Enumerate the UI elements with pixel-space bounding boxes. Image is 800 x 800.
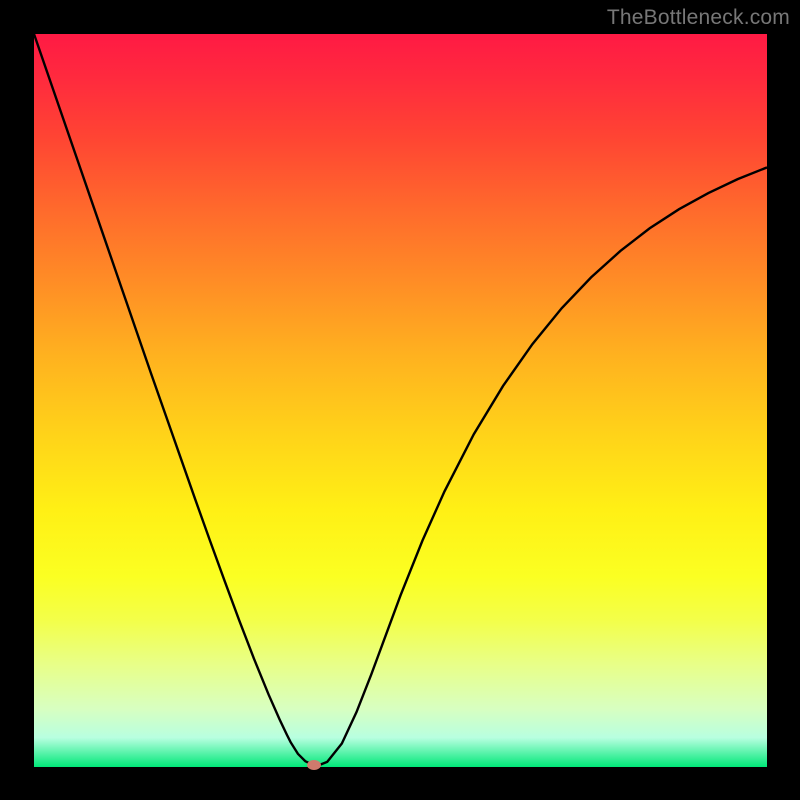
optimum-marker <box>307 760 321 770</box>
watermark-text: TheBottleneck.com <box>607 6 790 30</box>
chart-container: TheBottleneck.com <box>0 0 800 800</box>
bottleneck-curve <box>34 34 767 765</box>
curve-svg <box>34 34 767 767</box>
